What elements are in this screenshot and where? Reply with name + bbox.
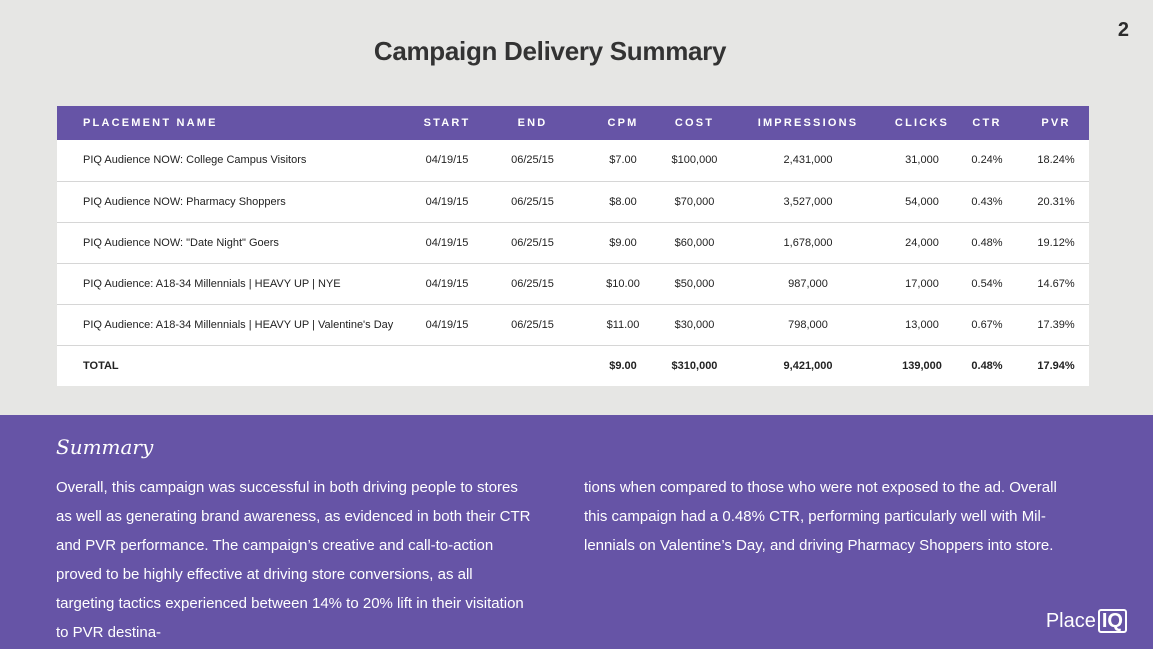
cell-impressions: 1,678,000: [783, 236, 833, 249]
cell-cost: $30,000: [674, 318, 715, 331]
cell-ctr: 0.48%: [971, 236, 1003, 249]
cell-end: 06/25/15: [511, 318, 554, 331]
cell-pvr: 17.39%: [1037, 318, 1075, 331]
cell-ctr: 0.67%: [971, 318, 1003, 331]
cell-impressions: 987,000: [788, 277, 828, 290]
cell-end: [485, 345, 580, 386]
cell-placement-name: PIQ Audience NOW: Pharmacy Shoppers: [83, 195, 286, 208]
cell-cost: $100,000: [671, 154, 718, 167]
cell-ctr: 0.24%: [971, 154, 1003, 167]
column-header-cost: COST: [674, 117, 715, 129]
cell-end: 06/25/15: [511, 236, 554, 249]
column-header-start: START: [423, 117, 471, 129]
cell-placement-name: PIQ Audience NOW: College Campus Visitor…: [83, 154, 307, 167]
column-header-impressions: IMPRESSIONS: [757, 117, 859, 129]
cell-cost: $50,000: [674, 277, 715, 290]
cell-cpm: $11.00: [606, 318, 640, 331]
cell-clicks: 31,000: [905, 154, 939, 167]
summary-heading: Summary: [56, 435, 154, 459]
summary-text-right: tions when compared to those who were no…: [584, 479, 1057, 554]
cell-placement-name: PIQ Audience: A18-34 Millennials | HEAVY…: [83, 277, 341, 290]
cell-start: 04/19/15: [425, 236, 469, 249]
summary-panel: Summary Overall, this campaign was succe…: [0, 415, 1153, 649]
cell-total-ctr: 0.48%: [971, 359, 1003, 372]
cell-cpm: $7.00: [609, 154, 637, 167]
cell-impressions: 798,000: [788, 318, 828, 331]
cell-end: 06/25/15: [511, 154, 554, 167]
cell-ctr: 0.43%: [971, 195, 1003, 208]
cell-total-impressions: 9,421,000: [783, 359, 833, 372]
cell-pvr: 18.24%: [1037, 154, 1075, 167]
column-header-clicks: CLICKS: [894, 117, 950, 129]
summary-text-left: Overall, this campaign was successful in…: [56, 479, 531, 641]
column-header-ctr: CTR: [972, 117, 1002, 129]
cell-impressions: 3,527,000: [783, 195, 833, 208]
cell-total-cost: $310,000: [671, 359, 718, 372]
cell-total-cpm: $9.00: [609, 359, 637, 372]
cell-impressions: 2,431,000: [783, 154, 833, 167]
cell-start: 04/19/15: [425, 154, 469, 167]
cell-pvr: 20.31%: [1037, 195, 1075, 208]
cell-placement-name: PIQ Audience NOW: "Date Night" Goers: [83, 236, 279, 249]
cell-pvr: 19.12%: [1037, 236, 1075, 249]
column-header-placement-name: PLACEMENT NAME: [83, 117, 218, 129]
cell-pvr: 14.67%: [1037, 277, 1075, 290]
column-header-pvr: PVR: [1041, 117, 1071, 129]
page-number: 2: [1117, 19, 1129, 41]
cell-start: 04/19/15: [425, 195, 469, 208]
table-row: PIQ Audience NOW: Pharmacy Shoppers 04/1…: [57, 181, 1089, 222]
table-total-row: TOTAL $9.00 $310,000 9,421,000 139,000 0…: [57, 345, 1089, 386]
table-row: PIQ Audience NOW: College Campus Visitor…: [57, 140, 1089, 181]
cell-clicks: 13,000: [905, 318, 939, 331]
cell-clicks: 17,000: [905, 277, 939, 290]
table-row: PIQ Audience NOW: "Date Night" Goers 04/…: [57, 222, 1089, 263]
table-row: PIQ Audience: A18-34 Millennials | HEAVY…: [57, 263, 1089, 304]
cell-cpm: $8.00: [609, 195, 637, 208]
cell-total-pvr: 17.94%: [1037, 359, 1075, 372]
cell-cost: $70,000: [674, 195, 715, 208]
table-header-row: PLACEMENT NAME START END CPM COST IMPRES…: [57, 106, 1089, 140]
cell-cost: $60,000: [674, 236, 715, 249]
cell-ctr: 0.54%: [971, 277, 1003, 290]
cell-end: 06/25/15: [511, 195, 554, 208]
page-title: Campaign Delivery Summary: [373, 36, 727, 66]
cell-cpm: $10.00: [606, 277, 640, 290]
cell-start: [409, 345, 485, 386]
column-header-end: END: [517, 117, 548, 129]
logo-place-text: Place: [1045, 609, 1096, 632]
cell-total-label: TOTAL: [83, 359, 119, 372]
placeiq-logo: Place IQ: [1046, 609, 1127, 633]
cell-total-clicks: 139,000: [902, 359, 942, 372]
cell-clicks: 24,000: [905, 236, 939, 249]
campaign-delivery-table: PLACEMENT NAME START END CPM COST IMPRES…: [57, 106, 1089, 386]
cell-cpm: $9.00: [609, 236, 637, 249]
logo-iq-text: IQ: [1097, 609, 1127, 633]
cell-start: 04/19/15: [425, 277, 469, 290]
column-header-cpm: CPM: [607, 117, 639, 129]
cell-start: 04/19/15: [425, 318, 469, 331]
cell-placement-name: PIQ Audience: A18-34 Millennials | HEAVY…: [83, 318, 394, 331]
cell-clicks: 54,000: [905, 195, 939, 208]
cell-end: 06/25/15: [511, 277, 554, 290]
table-row: PIQ Audience: A18-34 Millennials | HEAVY…: [57, 304, 1089, 345]
